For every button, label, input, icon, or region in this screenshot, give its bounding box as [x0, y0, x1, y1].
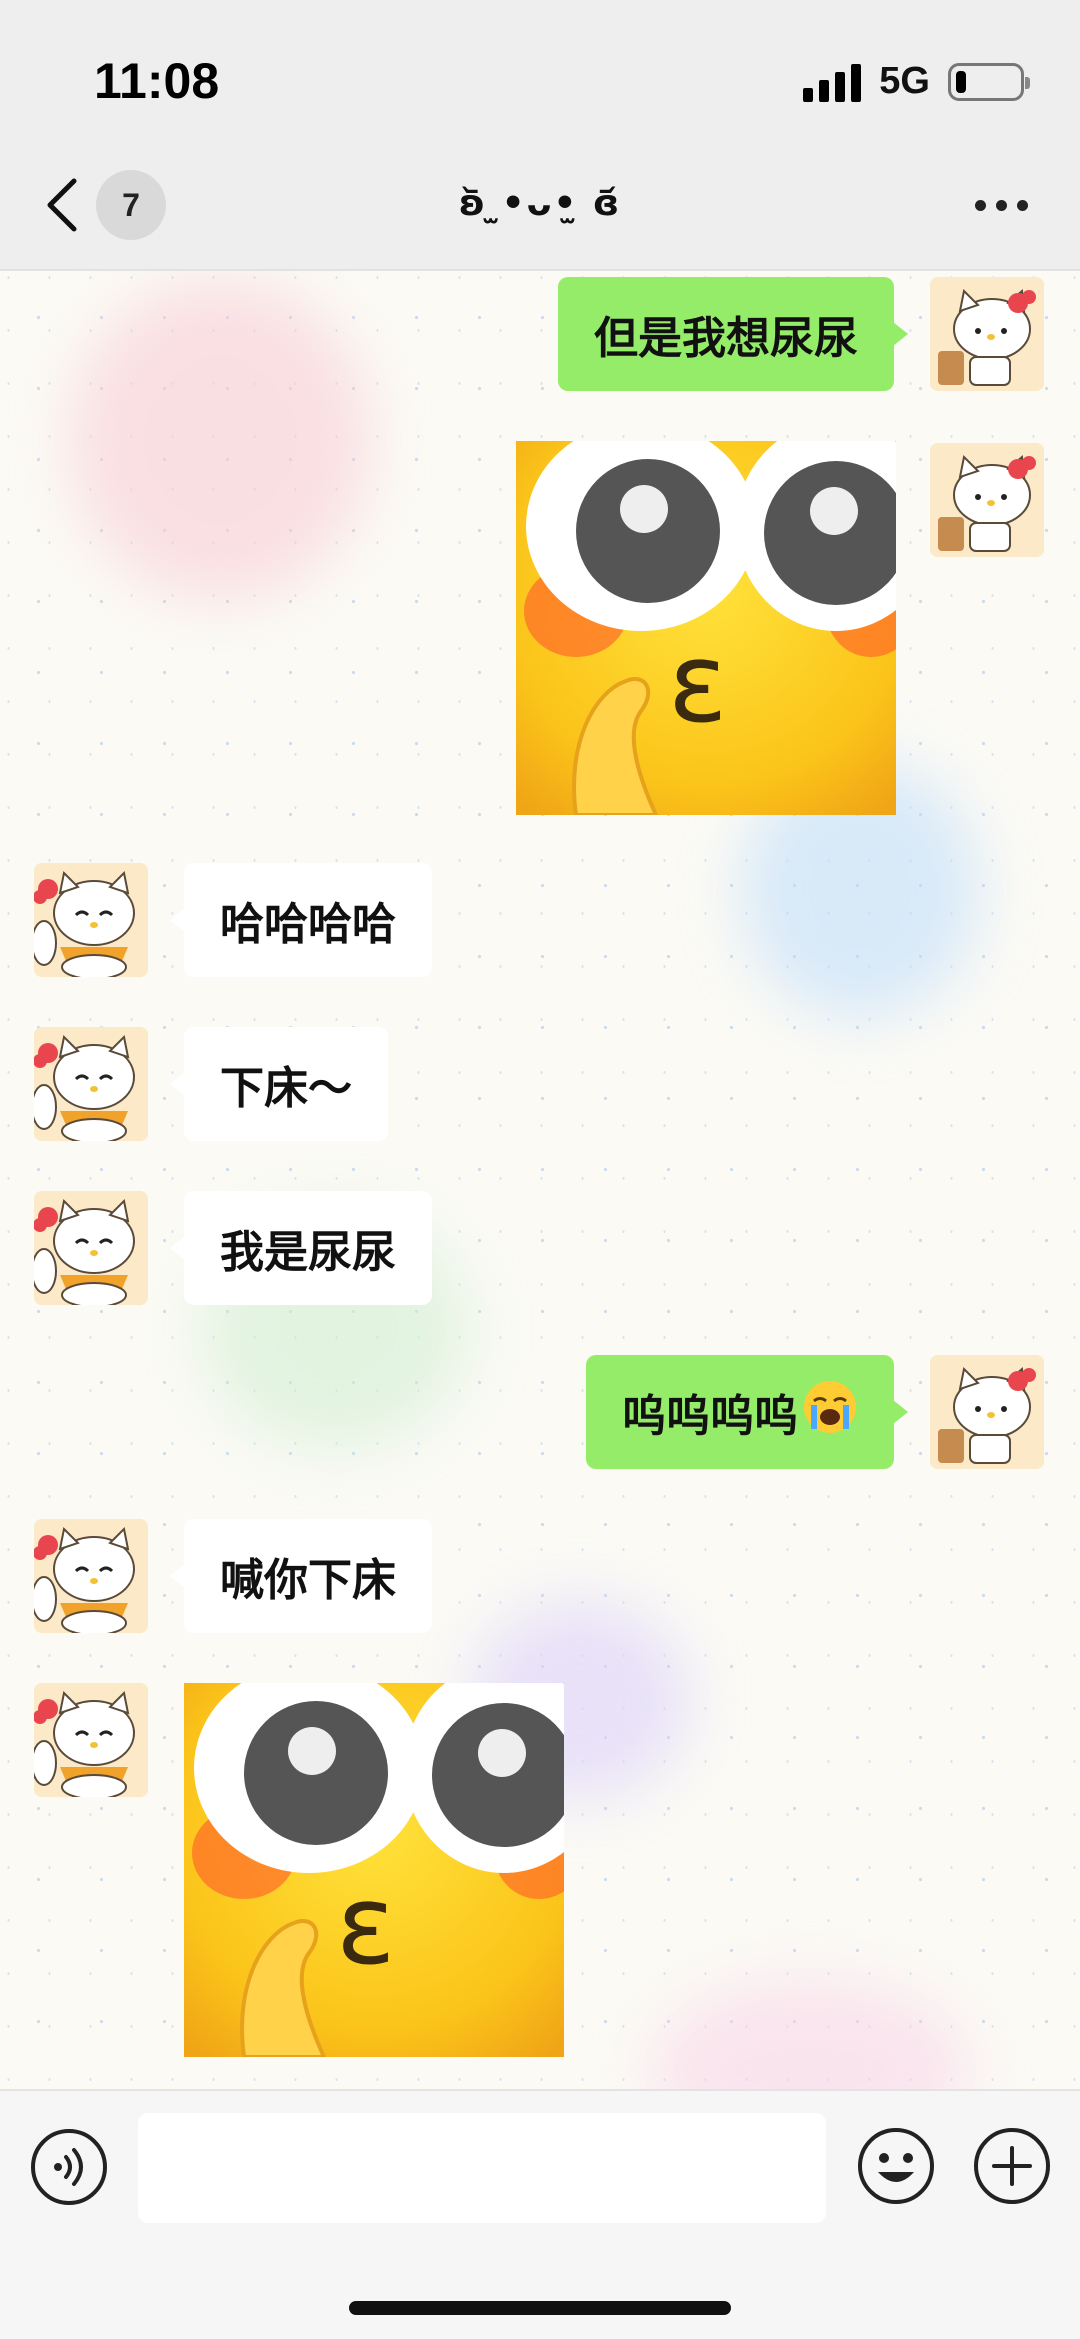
contact-avatar[interactable]: [34, 1191, 148, 1305]
signal-icon: [803, 62, 862, 102]
battery-icon: [948, 62, 1030, 101]
loudly-crying-face-icon: [802, 1379, 858, 1446]
sticker-message[interactable]: ɛ: [516, 441, 896, 815]
battery-level: [956, 70, 966, 93]
message-bubble-incoming[interactable]: 喊你下床: [170, 1519, 432, 1633]
message-bubble-outgoing[interactable]: 呜呜呜呜: [586, 1355, 908, 1469]
message-bubble-incoming[interactable]: 下床～: [170, 1027, 388, 1141]
more-icon[interactable]: [975, 200, 1028, 211]
message-input[interactable]: [138, 2113, 826, 2223]
message-bubble-incoming[interactable]: 我是尿尿: [170, 1191, 432, 1305]
network-label: 5G: [879, 60, 930, 102]
home-indicator[interactable]: [349, 2301, 731, 2315]
message-text: 喊你下床: [220, 1555, 396, 1606]
yellow-face-shush-sticker: ɛ: [516, 441, 896, 815]
chat-header: 11:08 5G 7 ʚ᷅ ̫•ᴗ•̫ ɞ᷄: [0, 0, 1080, 271]
message-list[interactable]: 但是我想尿尿 ɛ 哈哈哈哈 下床～ 我是尿尿 呜呜呜呜 喊你下床 ɛ: [0, 271, 1080, 2089]
plus-icon[interactable]: [972, 2126, 1052, 2206]
my-avatar[interactable]: [930, 1355, 1044, 1469]
message-bubble-outgoing[interactable]: 但是我想尿尿: [558, 277, 908, 391]
status-indicators: 5G: [803, 60, 1030, 103]
message-text: 但是我想尿尿: [594, 313, 858, 364]
contact-avatar[interactable]: [34, 863, 148, 977]
message-text: 我是尿尿: [220, 1227, 396, 1278]
my-avatar[interactable]: [930, 277, 1044, 391]
chat-title[interactable]: ʚ᷅ ̫•ᴗ•̫ ɞ᷄: [0, 183, 1080, 224]
my-avatar[interactable]: [930, 443, 1044, 557]
svg-text:ɛ: ɛ: [336, 1861, 395, 1989]
contact-avatar[interactable]: [34, 1027, 148, 1141]
contact-avatar[interactable]: [34, 1683, 148, 1797]
voice-icon[interactable]: [30, 2128, 108, 2206]
sticker-message[interactable]: ɛ: [184, 1683, 564, 2057]
message-text: 下床～: [220, 1063, 352, 1114]
message-bubble-incoming[interactable]: 哈哈哈哈: [170, 863, 432, 977]
status-time: 11:08: [94, 53, 220, 109]
message-text: 哈哈哈哈: [220, 899, 396, 950]
emoji-icon[interactable]: [856, 2126, 936, 2206]
message-text: 呜呜呜呜: [622, 1391, 798, 1442]
yellow-face-shush-sticker: ɛ: [184, 1683, 564, 2057]
svg-text:ɛ: ɛ: [668, 619, 727, 747]
contact-avatar[interactable]: [34, 1519, 148, 1633]
